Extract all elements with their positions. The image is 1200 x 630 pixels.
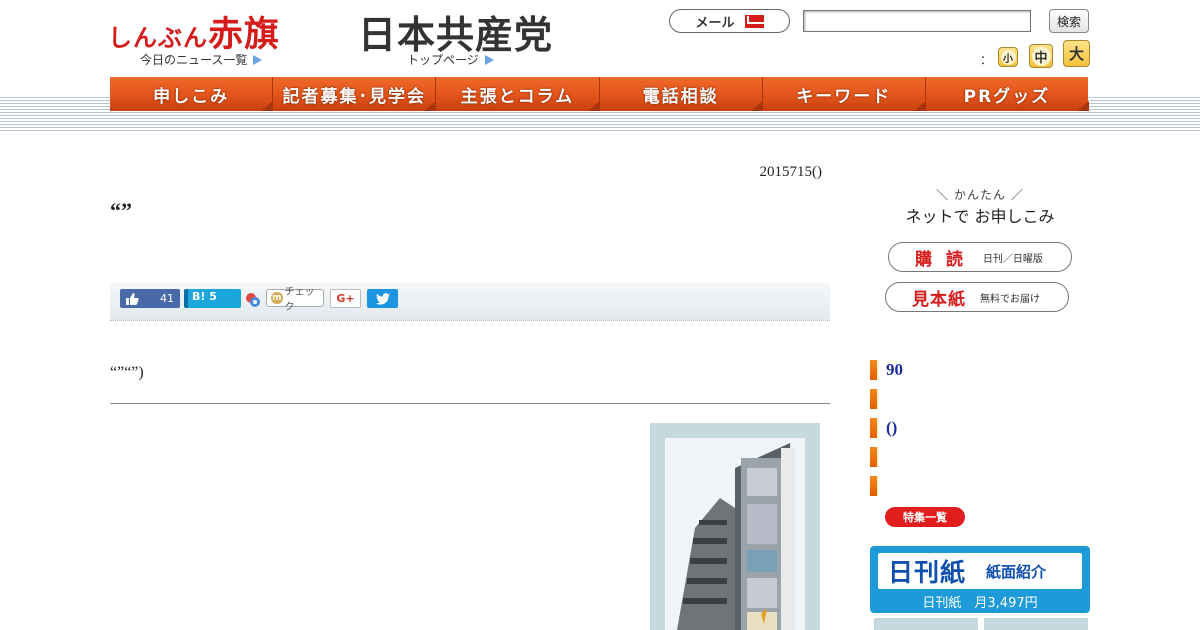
akahata-logo-small: しんぶん xyxy=(108,24,208,52)
social-share-bar: 41 B! 5 m チェック G+ xyxy=(110,283,830,321)
nav-item-keyword[interactable]: キーワード xyxy=(762,77,927,111)
akahata-logo-big: 赤旗 xyxy=(208,15,281,55)
font-small-label: 小 xyxy=(1000,49,1016,65)
font-medium-button[interactable]: 中 xyxy=(1029,44,1053,68)
kantan-text: かんたん xyxy=(953,188,1006,202)
feature-link[interactable]: 90 xyxy=(870,360,903,380)
feature-link[interactable]: () xyxy=(870,418,897,438)
sample-paper-sublabel: 無料でお届け xyxy=(980,293,1040,305)
feature-list-button[interactable]: 特集一覧 xyxy=(885,507,965,527)
arrow-right-icon xyxy=(253,55,263,65)
top-page-label: トップページ xyxy=(407,53,479,67)
article-date: 2015715() xyxy=(759,164,823,180)
subscribe-sublabel: 日刊／日曜版 xyxy=(982,253,1043,265)
search-input[interactable] xyxy=(803,10,1031,32)
feature-link[interactable] xyxy=(870,447,886,467)
font-size-label: ： xyxy=(980,53,993,67)
net-apply-label: ネットで お申しこみ xyxy=(905,207,1055,226)
font-small-button[interactable]: 小 xyxy=(998,47,1018,67)
article-lead: “”“”) xyxy=(110,364,144,381)
net-apply-heading: ＼ かんたん ／ ネットで お申しこみ xyxy=(900,186,1060,227)
mixi-check-label: チェック xyxy=(284,287,315,313)
orange-bar-icon xyxy=(870,447,879,467)
article-title: “” xyxy=(110,198,132,223)
twitter-button[interactable] xyxy=(367,289,398,308)
feature-link[interactable] xyxy=(870,389,886,409)
divider xyxy=(110,403,830,404)
orange-bar-icon xyxy=(870,389,879,409)
hatena-bookmark-button[interactable]: B! 5 xyxy=(184,289,241,308)
subscribe-label: 購 読 xyxy=(915,249,967,270)
nikkan-price: 日刊紙 月3,497円 xyxy=(922,596,1038,611)
news-list-link[interactable]: 今日のニュース一覧 xyxy=(140,51,263,68)
feature-label: 90 xyxy=(886,360,903,379)
font-large-button[interactable]: 大 xyxy=(1063,40,1090,67)
nikkan-banner[interactable]: 日刊紙 紙面紹介 日刊紙 月3,497円 xyxy=(870,546,1090,613)
envelope-icon xyxy=(744,14,764,28)
feature-link[interactable] xyxy=(870,476,886,496)
nav-item-phone-consult[interactable]: 電話相談 xyxy=(599,77,763,111)
subscribe-button[interactable]: 購 読 日刊／日曜版 xyxy=(888,242,1072,272)
search-button[interactable]: 検索 xyxy=(1049,9,1089,33)
twitter-bird-icon xyxy=(375,292,390,305)
building-photo-illustration xyxy=(665,438,805,630)
thumbs-up-icon xyxy=(126,292,139,305)
font-medium-label: 中 xyxy=(1031,46,1051,66)
kantan-label: ＼ かんたん ／ xyxy=(936,188,1024,202)
mail-label: メール xyxy=(695,15,735,31)
google-plus-button[interactable]: G+ xyxy=(330,289,361,308)
mixi-icon: m xyxy=(271,292,283,304)
banner-thumbnail[interactable] xyxy=(874,618,978,630)
nav-item-editorial[interactable]: 主張とコラム xyxy=(436,77,600,111)
hatena-count: 5 xyxy=(209,290,217,303)
main-nav: 申しこみ 記者募集･見学会 主張とコラム 電話相談 キーワード PRグッズ xyxy=(110,77,1090,111)
facebook-like-count: 41 xyxy=(160,292,174,305)
facebook-like-button[interactable]: 41 xyxy=(120,289,180,308)
arrow-right-icon xyxy=(484,55,494,65)
banner-thumbnail[interactable] xyxy=(984,618,1088,630)
nikkan-banner-inner: 日刊紙 紙面紹介 xyxy=(878,553,1082,589)
akahata-logo[interactable]: しんぶん赤旗 xyxy=(108,6,280,57)
top-page-link[interactable]: トップページ xyxy=(407,51,494,68)
pocket-icon[interactable] xyxy=(245,292,261,308)
article-photo xyxy=(665,438,805,630)
orange-bar-icon xyxy=(870,418,879,438)
nav-item-apply[interactable]: 申しこみ xyxy=(110,77,274,111)
sample-paper-button[interactable]: 見本紙 無料でお届け xyxy=(885,282,1069,312)
news-list-label: 今日のニュース一覧 xyxy=(140,53,248,67)
nav-item-pr-goods[interactable]: PRグッズ xyxy=(925,77,1090,111)
mail-button[interactable]: メール xyxy=(669,9,790,33)
nikkan-intro: 紙面紹介 xyxy=(986,562,1047,581)
mixi-check-button[interactable]: m チェック xyxy=(266,287,324,313)
font-large-label: 大 xyxy=(1068,45,1084,63)
nikkan-title: 日刊紙 xyxy=(888,558,967,587)
nav-item-recruit[interactable]: 記者募集･見学会 xyxy=(273,77,437,111)
feature-label: () xyxy=(886,418,898,437)
hatena-label: B! xyxy=(192,290,206,303)
sample-paper-label: 見本紙 xyxy=(912,289,966,310)
orange-bar-icon xyxy=(870,476,879,496)
orange-bar-icon xyxy=(870,360,879,380)
